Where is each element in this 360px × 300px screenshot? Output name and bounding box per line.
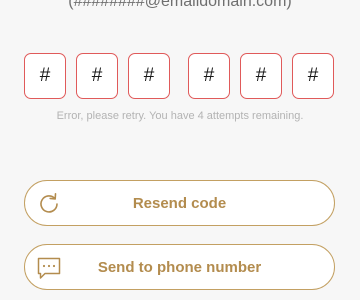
resend-code-button[interactable]: Resend code <box>24 180 335 226</box>
code-digit-6[interactable]: # <box>292 53 334 99</box>
error-message: Error, please retry. You have 4 attempts… <box>56 110 304 122</box>
code-digit-1[interactable]: # <box>24 53 66 99</box>
code-digit-3[interactable]: # <box>128 53 170 99</box>
send-to-phone-button[interactable]: Send to phone number <box>24 244 335 290</box>
code-digit-2[interactable]: # <box>76 53 118 99</box>
verification-code-inputs: # # # # # # <box>0 53 360 101</box>
email-address-text: (########@emaildomain.com) <box>68 0 292 10</box>
send-to-phone-label: Send to phone number <box>97 258 262 276</box>
code-digit-4[interactable]: # <box>188 53 230 99</box>
code-digit-5[interactable]: # <box>240 53 282 99</box>
resend-code-label: Resend code <box>132 194 227 212</box>
